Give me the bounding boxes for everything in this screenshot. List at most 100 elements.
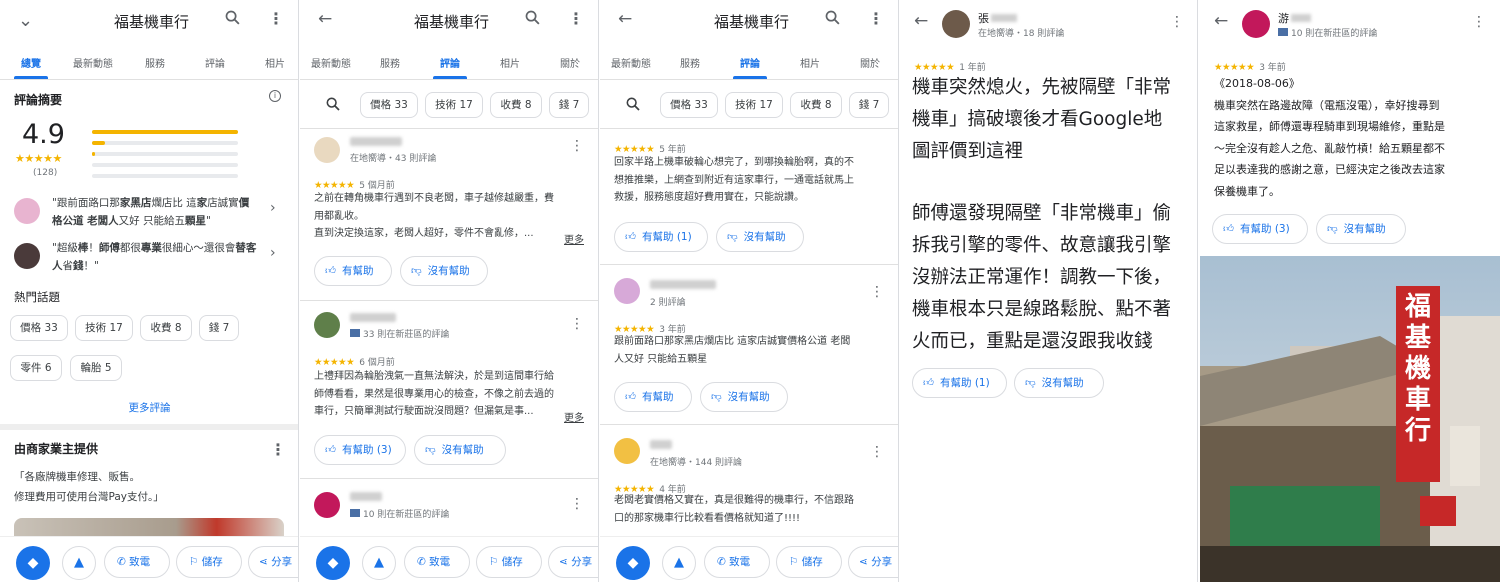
more-vert-icon[interactable]: ⋮	[570, 496, 584, 512]
more-vert-icon[interactable]: ⋮	[870, 444, 884, 460]
review-text: 回家半路上機車破輪心想完了，到哪換輪胎啊，真的不 想推推樂，上網查到附近有這家車行…	[614, 157, 854, 203]
topic-chip[interactable]: 輪胎 5	[70, 355, 122, 381]
chevron-right-icon[interactable]: ›	[270, 245, 276, 261]
not-helpful-button[interactable]: 👎︎ 沒有幫助	[1316, 214, 1406, 244]
tab-about[interactable]: 關於	[558, 55, 582, 70]
more-link[interactable]: 更多	[564, 231, 584, 246]
back-arrow-icon[interactable]: ←	[914, 11, 928, 31]
topic-chip[interactable]: 技術 17	[725, 92, 783, 118]
save-button[interactable]: ⚐ 儲存	[776, 546, 842, 578]
share-icon: ⋖	[259, 556, 268, 568]
search-icon[interactable]	[524, 9, 541, 30]
avatar	[942, 10, 970, 38]
thumb-down-icon: 👎︎	[425, 444, 436, 456]
tab-latest[interactable]: 最新動態	[606, 55, 656, 70]
tab-about[interactable]: 關於	[858, 55, 882, 70]
share-button[interactable]: ⋖ 分享	[248, 546, 298, 578]
directions-button[interactable]: ◆	[316, 546, 350, 580]
topic-chip[interactable]: 價格 33	[360, 92, 418, 118]
helpful-button[interactable]: 👍︎ 有幫助 (3)	[314, 435, 406, 465]
summary-quote-1[interactable]: "跟前面路口那家黑店爛店比 這家店誠實價格公道 老闆人又好 只能給五顆星"	[52, 194, 257, 230]
directions-button[interactable]: ◆	[616, 546, 650, 580]
panel-review-detail-1: ← 張 在地嚮導・18 則評論 ⋮ ★★★★★ 1 年前 機車突然熄火，先被隔壁…	[900, 0, 1198, 582]
call-button[interactable]: ✆ 致電	[104, 546, 170, 578]
tab-latest[interactable]: 最新動態	[68, 55, 118, 70]
popular-topics-title: 熱門話題	[14, 290, 60, 304]
not-helpful-button[interactable]: 👎︎ 沒有幫助	[700, 382, 788, 412]
not-helpful-button[interactable]: 👎︎ 沒有幫助	[400, 256, 488, 286]
more-vert-icon[interactable]: ⋮	[570, 316, 584, 332]
chevron-right-icon[interactable]: ›	[270, 200, 276, 216]
more-vert-icon[interactable]: ⋮	[1170, 14, 1184, 30]
more-vert-icon[interactable]: ⋮	[868, 9, 884, 28]
back-arrow-icon[interactable]: ←	[618, 9, 632, 29]
back-arrow-icon[interactable]: ←	[1214, 11, 1228, 31]
not-helpful-button[interactable]: 👎︎ 沒有幫助	[414, 435, 506, 465]
helpful-button[interactable]: 👍︎ 有幫助 (1)	[912, 368, 1007, 398]
not-helpful-button[interactable]: 👎︎ 沒有幫助	[1014, 368, 1104, 398]
more-vert-icon[interactable]: ⋮	[1472, 14, 1486, 30]
topic-chip[interactable]: 收費 8	[790, 92, 842, 118]
topic-chip[interactable]: 技術 17	[75, 315, 133, 341]
navigate-button[interactable]: ▲	[62, 546, 96, 580]
more-link[interactable]: 更多	[564, 409, 584, 424]
thumb-up-icon: 👍︎	[1223, 223, 1234, 235]
tab-services[interactable]: 服務	[378, 55, 402, 70]
more-vert-icon[interactable]: ⋮	[568, 9, 584, 28]
avatar	[314, 492, 340, 518]
more-reviews-link[interactable]: 更多評論	[0, 400, 298, 415]
tab-services[interactable]: 服務	[678, 55, 702, 70]
tab-reviews[interactable]: 評論	[200, 55, 230, 70]
chevron-down-icon[interactable]: ⌄	[18, 10, 33, 31]
review-rating: ★★★★★ 6 個月前	[314, 357, 395, 368]
tab-photos[interactable]: 相片	[498, 55, 522, 70]
review-text: 機車突然熄火，先被隔壁「非常 機車」搞破壞後才看Google地 圖評價到這裡 師傅還發…	[912, 77, 1172, 352]
info-icon[interactable]: i	[269, 90, 281, 102]
tab-photos[interactable]: 相片	[798, 55, 822, 70]
review-photo[interactable]: 福基機車行	[1200, 256, 1500, 582]
search-icon[interactable]	[325, 96, 341, 116]
back-arrow-icon[interactable]: ←	[318, 9, 332, 29]
topic-chip[interactable]: 收費 8	[140, 315, 192, 341]
tab-services[interactable]: 服務	[140, 55, 170, 70]
more-vert-icon[interactable]: ⋮	[570, 138, 584, 154]
topic-chip[interactable]: 價格 33	[10, 315, 68, 341]
call-button[interactable]: ✆ 致電	[704, 546, 770, 578]
share-button[interactable]: ⋖ 分享	[848, 546, 898, 578]
directions-button[interactable]: ◆	[16, 546, 50, 580]
call-button[interactable]: ✆ 致電	[404, 546, 470, 578]
helpful-button[interactable]: 👍︎ 有幫助 (1)	[614, 222, 708, 252]
reviewer-name	[650, 440, 672, 449]
tab-reviews[interactable]: 評論	[738, 55, 762, 70]
rating-value: 4.9	[22, 119, 65, 150]
summary-quote-2[interactable]: "超級棒！師傅都很專業很細心～還很會替客人省錢！"	[52, 239, 257, 275]
tab-reviews[interactable]: 評論	[438, 55, 462, 70]
thumb-up-icon: 👍︎	[923, 377, 934, 389]
share-button[interactable]: ⋖ 分享	[548, 546, 598, 578]
topic-chip[interactable]: 價格 33	[660, 92, 718, 118]
topic-chip[interactable]: 錢 7	[199, 315, 239, 341]
topic-chip[interactable]: 錢 7	[849, 92, 889, 118]
navigate-button[interactable]: ▲	[362, 546, 396, 580]
more-vert-icon[interactable]: ⋮	[270, 440, 286, 459]
helpful-button[interactable]: 👍︎ 有幫助	[314, 256, 392, 286]
topic-chip[interactable]: 收費 8	[490, 92, 542, 118]
helpful-button[interactable]: 👍︎ 有幫助	[614, 382, 692, 412]
navigate-button[interactable]: ▲	[662, 546, 696, 580]
not-helpful-button[interactable]: 👎︎ 沒有幫助	[716, 222, 804, 252]
search-icon[interactable]	[224, 9, 241, 30]
topic-chip[interactable]: 零件 6	[10, 355, 62, 381]
more-vert-icon[interactable]: ⋮	[268, 9, 284, 28]
save-button[interactable]: ⚐ 儲存	[476, 546, 542, 578]
phone-icon: ✆	[417, 556, 426, 568]
tab-latest[interactable]: 最新動態	[306, 55, 356, 70]
search-icon[interactable]	[824, 9, 841, 30]
tab-photos[interactable]: 相片	[260, 55, 290, 70]
tab-overview[interactable]: 總覽	[14, 55, 48, 70]
search-icon[interactable]	[625, 96, 641, 116]
save-button[interactable]: ⚐ 儲存	[176, 546, 242, 578]
topic-chip[interactable]: 錢 7	[549, 92, 589, 118]
more-vert-icon[interactable]: ⋮	[870, 284, 884, 300]
topic-chip[interactable]: 技術 17	[425, 92, 483, 118]
helpful-button[interactable]: 👍︎ 有幫助 (3)	[1212, 214, 1308, 244]
